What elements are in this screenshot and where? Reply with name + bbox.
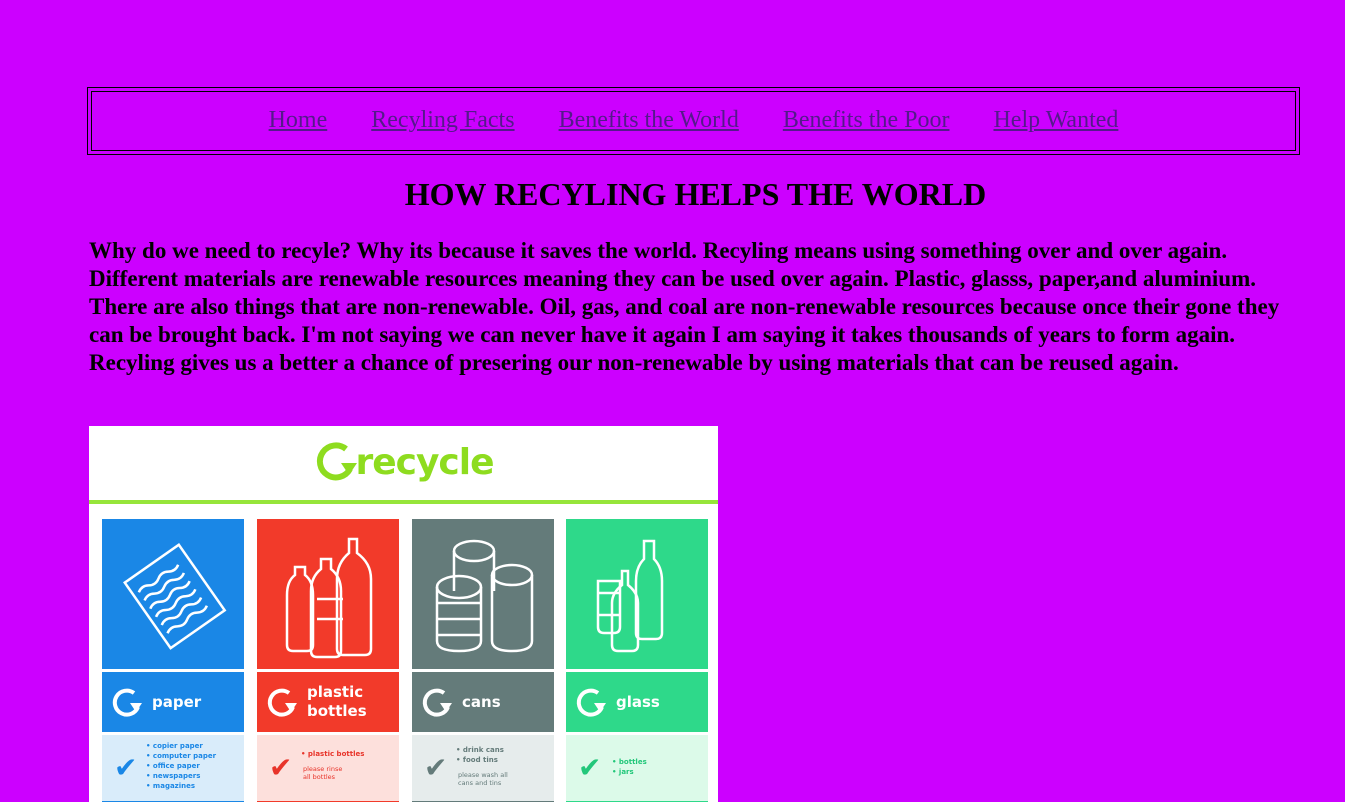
cans-icon <box>412 519 554 669</box>
nav-inner-border: Home Recyling Facts Benefits the World B… <box>91 91 1296 151</box>
bin-plastic-note: please rinse all bottles <box>303 765 343 781</box>
nav-link-benefits-poor[interactable]: Benefits the Poor <box>783 107 950 134</box>
list-item: office paper <box>146 761 216 771</box>
list-item: drink cans <box>456 745 504 755</box>
bin-cans-band: cans <box>412 672 554 732</box>
plastic-bottles-icon <box>257 519 399 669</box>
bin-plastic-label-line1: plastic <box>307 683 364 701</box>
recycle-arrow-icon <box>576 688 606 717</box>
bin-cans-note: please wash all cans and tins <box>458 771 508 787</box>
list-item: copier paper <box>146 741 216 751</box>
bin-paper-label: paper <box>152 692 202 711</box>
bin-paper-list: ✔ copier paper computer paper office pap… <box>102 735 244 801</box>
recycle-arrow-icon <box>112 688 142 717</box>
list-item: bottles <box>612 757 647 767</box>
bin-cans-label: cans <box>462 692 501 711</box>
checkmark-icon: ✔ <box>269 751 293 784</box>
page-title: HOW RECYLING HELPS THE WORLD <box>404 176 987 212</box>
list-item: newspapers <box>146 771 216 781</box>
nav-bar: Home Recyling Facts Benefits the World B… <box>87 87 1300 155</box>
recycle-poster-image: recycle paper ✔ • copier paper • compute… <box>89 426 718 802</box>
intro-paragraph: Why do we need to recyle? Why its becaus… <box>89 238 1280 375</box>
checkmark-icon: ✔ <box>424 751 448 784</box>
recycle-arrow-icon <box>267 688 297 717</box>
bin-glass-label: glass <box>616 692 660 711</box>
nav-link-home[interactable]: Home <box>269 107 328 134</box>
bin-glass: glass ✔ bottles jars <box>566 519 708 802</box>
poster-header: recycle <box>89 426 718 498</box>
list-item: plastic bottles <box>301 749 364 759</box>
nav-link-recycling-facts[interactable]: Recyling Facts <box>371 107 514 134</box>
bin-plastic-bottles: plastic bottles ✔ plastic bottles please… <box>257 519 399 802</box>
bin-plastic-label-line2: bottles <box>307 702 367 720</box>
bin-plastic-list: ✔ plastic bottles please rinse all bottl… <box>257 735 399 801</box>
recycle-arrow-icon <box>422 688 452 717</box>
bin-glass-band: glass <box>566 672 708 732</box>
list-item: magazines <box>146 781 216 791</box>
poster-heading: recycle <box>355 441 494 483</box>
list-item: food tins <box>456 755 504 765</box>
bin-cans-list: ✔ drink cans food tins please wash all c… <box>412 735 554 801</box>
bin-paper-band: paper <box>102 672 244 732</box>
bin-plastic-band: plastic bottles <box>257 672 399 732</box>
poster-divider <box>89 500 718 504</box>
list-item: jars <box>612 767 647 777</box>
bin-glass-list: ✔ bottles jars <box>566 735 708 801</box>
bin-paper: paper ✔ copier paper computer paper offi… <box>102 519 244 802</box>
checkmark-icon: ✔ <box>114 751 138 784</box>
recycle-logo-icon <box>317 442 358 481</box>
nav-link-benefits-world[interactable]: Benefits the World <box>559 107 739 134</box>
nav-link-help-wanted[interactable]: Help Wanted <box>993 107 1118 134</box>
checkmark-icon: ✔ <box>578 751 602 784</box>
list-item: computer paper <box>146 751 216 761</box>
bin-cans: cans ✔ drink cans food tins please wash … <box>412 519 554 802</box>
bin-plastic-label: plastic bottles <box>307 683 367 721</box>
paper-sheet-icon <box>102 519 244 669</box>
glass-bottles-icon <box>566 519 708 669</box>
